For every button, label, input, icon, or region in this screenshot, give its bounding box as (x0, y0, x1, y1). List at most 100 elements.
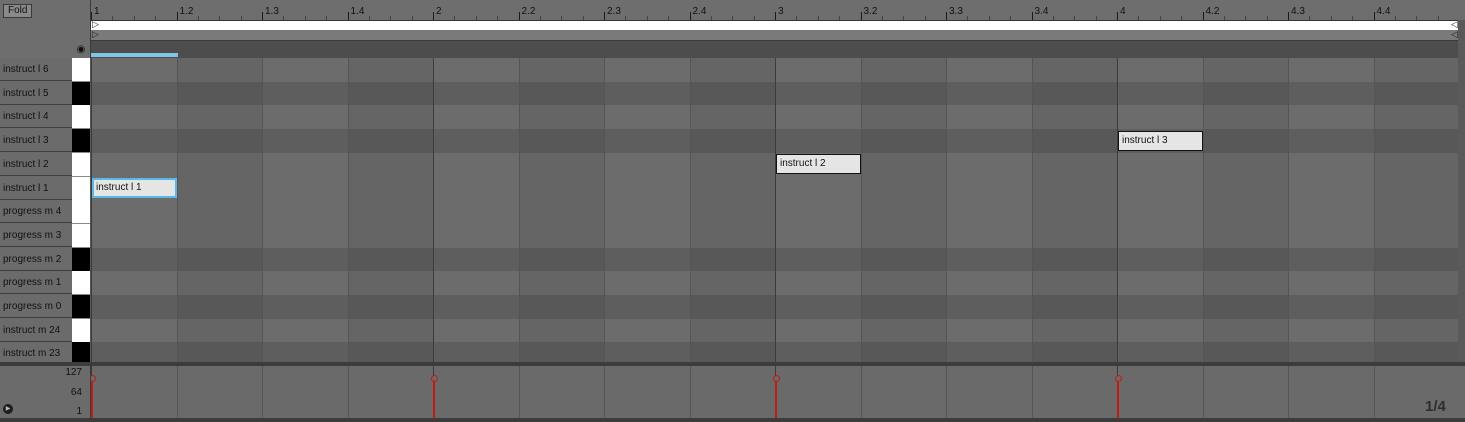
velocity-scale-mid: 64 (70, 387, 82, 398)
end-marker-icon[interactable]: ◁ (1451, 29, 1458, 40)
beat-line (946, 58, 947, 362)
piano-key[interactable] (72, 248, 90, 272)
piano-key[interactable] (72, 295, 90, 319)
piano-keyboard[interactable] (72, 58, 90, 366)
piano-key[interactable] (72, 200, 90, 224)
velocity-grid-line (946, 366, 947, 418)
start-end-strip[interactable] (91, 30, 1458, 41)
ruler-tick (1117, 12, 1118, 20)
beat-line (347, 58, 349, 362)
velocity-grid-line (176, 366, 178, 418)
ruler-tick (1373, 12, 1375, 20)
beat-line (689, 58, 691, 362)
note-grid[interactable]: instruct l 1 instruct l 2 instruct l 3 (91, 58, 1458, 362)
ruler-tick (433, 12, 434, 20)
piano-key[interactable] (72, 153, 90, 177)
beat-shade (1031, 58, 1117, 362)
velocity-editor[interactable] (91, 366, 1465, 418)
ruler-tick (347, 12, 349, 20)
key-label[interactable]: instruct l 1 (0, 177, 72, 200)
key-label[interactable]: instruct l 4 (0, 105, 72, 128)
beat-shade (689, 58, 775, 362)
piano-key[interactable] (72, 177, 90, 201)
ruler-tick (262, 12, 263, 20)
velocity-grid-line (689, 366, 691, 418)
piano-key[interactable] (72, 58, 90, 82)
beat-line (1373, 58, 1375, 362)
midi-note[interactable]: instruct l 2 (776, 154, 861, 174)
velocity-stem[interactable] (433, 378, 435, 418)
beat-line (1202, 58, 1204, 362)
beat-line (1031, 58, 1033, 362)
key-label[interactable]: instruct l 3 (0, 129, 72, 152)
ruler-label: 2.3 (607, 6, 621, 17)
velocity-grid-line (1031, 366, 1033, 418)
velocity-handle[interactable] (773, 375, 780, 382)
bar-line (1117, 58, 1118, 362)
velocity-handle[interactable] (1115, 375, 1122, 382)
ruler-tick (604, 12, 605, 20)
ruler-label: 4.4 (1376, 6, 1391, 17)
ruler-label: 4 (1120, 6, 1126, 17)
velocity-stem[interactable] (91, 378, 93, 418)
beat-time-ruler[interactable]: 1 1.2 1.3 1.4 2 2.2 2.3 2.4 3 3.2 3.3 3.4 4 4.2 4.3 4.4 (91, 0, 1465, 20)
piano-key[interactable] (72, 129, 90, 153)
beat-line (518, 58, 520, 362)
ruler-label: 1.2 (179, 6, 194, 17)
velocity-stem[interactable] (775, 378, 777, 418)
ruler-tick (689, 12, 691, 20)
key-label[interactable]: progress m 1 (0, 271, 72, 294)
piano-key[interactable] (72, 82, 90, 106)
grid-resolution-label: 1/4 (1425, 398, 1446, 415)
velocity-grid-line (347, 366, 349, 418)
ruler-label: 4.3 (1291, 6, 1305, 17)
key-label[interactable]: progress m 4 (0, 200, 72, 223)
key-label[interactable]: progress m 3 (0, 224, 72, 247)
beat-shade (1373, 58, 1458, 362)
ruler-tick (176, 12, 178, 20)
ruler-label: 1 (94, 6, 100, 17)
key-label[interactable]: progress m 0 (0, 295, 72, 318)
ruler-label: 3.2 (863, 6, 878, 17)
piano-key[interactable] (72, 319, 90, 343)
piano-key[interactable] (72, 271, 90, 295)
beat-shade (347, 58, 433, 362)
beat-line (604, 58, 605, 362)
beat-line (1288, 58, 1289, 362)
beat-shade (176, 58, 262, 362)
velocity-scale-min: 1 (76, 406, 82, 417)
ruler-label: 3 (778, 6, 784, 17)
ruler-label: 2.4 (692, 6, 707, 17)
velocity-stem[interactable] (1117, 378, 1119, 418)
bottom-border (0, 418, 1465, 422)
velocity-handle[interactable] (431, 375, 438, 382)
ruler-tick (1031, 12, 1033, 20)
vertical-scrollbar[interactable] (1458, 41, 1465, 362)
key-label[interactable]: progress m 2 (0, 248, 72, 271)
key-labels: instruct l 6 instruct l 5 instruct l 4 inst… (0, 58, 73, 365)
ruler-label: 1.3 (265, 6, 279, 17)
play-icon[interactable]: ▶ (3, 404, 13, 414)
key-label[interactable]: instruct l 2 (0, 153, 72, 176)
midi-note[interactable]: instruct l 1 (92, 178, 177, 198)
beat-shade (518, 58, 604, 362)
beat-line (860, 58, 862, 362)
beat-shade (860, 58, 946, 362)
fold-button[interactable]: Fold (3, 4, 33, 18)
bar-line (433, 58, 434, 362)
velocity-scale-panel: 127 64 1 (0, 366, 91, 418)
velocity-handle[interactable] (91, 375, 96, 382)
piano-key[interactable] (72, 105, 90, 129)
key-label[interactable]: instruct l 6 (0, 58, 72, 81)
key-label[interactable]: instruct l 5 (0, 82, 72, 105)
beat-line (262, 58, 263, 362)
ruler-label: 2.2 (521, 6, 536, 17)
midi-note[interactable]: instruct l 3 (1118, 131, 1203, 151)
velocity-grid-line (262, 366, 263, 418)
ruler-label: 1.4 (350, 6, 365, 17)
start-marker-icon[interactable]: ▷ (92, 29, 99, 40)
piano-key[interactable] (72, 224, 90, 248)
headphone-icon[interactable]: ◉ (76, 45, 86, 55)
ruler-tick (775, 12, 776, 20)
key-label[interactable]: instruct m 24 (0, 319, 72, 342)
